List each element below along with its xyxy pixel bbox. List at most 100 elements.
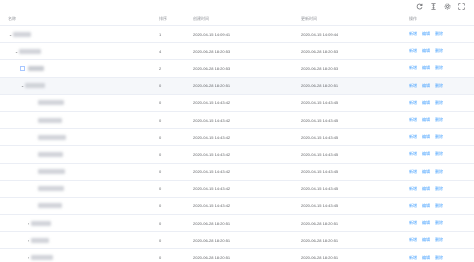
updated-time-cell: 2020-06-28 18:20:51 (301, 255, 339, 261)
edit-button[interactable]: 编辑 (422, 186, 430, 192)
updated-time-cell: 2020-04-15 14:43:45 (301, 134, 339, 140)
delete-button[interactable]: 删除 (435, 31, 443, 37)
edit-button[interactable]: 编辑 (422, 203, 430, 209)
table-row[interactable]: 0 2020-04-15 14:43:42 2020-04-15 14:43:4… (0, 198, 474, 216)
sort-cell: 4 (159, 48, 162, 54)
redacted-name (38, 203, 62, 209)
name-cell (8, 198, 158, 214)
created-time-cell: 2020-04-15 14:09:41 (193, 31, 231, 37)
add-button[interactable]: 新增 (409, 220, 417, 226)
table-row[interactable]: 0 2020-04-15 14:43:42 2020-04-15 14:43:4… (0, 112, 474, 130)
delete-button[interactable]: 删除 (435, 83, 443, 89)
table-header-row: 名称 排序 创建时间 更新时间 操作 (0, 13, 474, 26)
sort-cell: 1 (159, 31, 162, 37)
header-operations: 操作 (409, 16, 417, 21)
delete-button[interactable]: 删除 (435, 220, 443, 226)
delete-button[interactable]: 删除 (435, 48, 443, 54)
edit-button[interactable]: 编辑 (422, 255, 430, 261)
delete-button[interactable]: 删除 (435, 186, 443, 192)
table-row[interactable]: 0 2020-04-15 14:43:42 2020-04-15 14:43:4… (0, 129, 474, 147)
delete-button[interactable]: 删除 (435, 255, 443, 261)
delete-button[interactable]: 删除 (435, 117, 443, 123)
add-button[interactable]: 新增 (409, 169, 417, 175)
name-cell: ⌄ (8, 78, 158, 94)
edit-button[interactable]: 编辑 (422, 220, 430, 226)
edit-button[interactable]: 编辑 (422, 65, 430, 71)
add-button[interactable]: 新增 (409, 83, 417, 89)
edit-button[interactable]: 编辑 (422, 83, 430, 89)
table-row[interactable]: › 0 2020-06-28 18:20:51 2020-06-28 18:20… (0, 249, 474, 262)
operations-cell: 新增 编辑 删除 (409, 146, 474, 162)
add-button[interactable]: 新增 (409, 151, 417, 157)
delete-button[interactable]: 删除 (435, 100, 443, 106)
add-button[interactable]: 新增 (409, 65, 417, 71)
updated-time-cell: 2020-06-28 18:20:51 (301, 83, 339, 89)
edit-button[interactable]: 编辑 (422, 134, 430, 140)
row-checkbox[interactable] (20, 65, 25, 71)
created-time-cell: 2020-04-15 14:43:42 (193, 100, 231, 106)
operations-cell: 新增 编辑 删除 (409, 112, 474, 128)
add-button[interactable]: 新增 (409, 134, 417, 140)
table-row[interactable]: 0 2020-04-15 14:43:42 2020-04-15 14:43:4… (0, 95, 474, 112)
add-button[interactable]: 新增 (409, 31, 417, 37)
edit-button[interactable]: 编辑 (422, 117, 430, 123)
updated-time-cell: 2020-06-28 18:20:51 (301, 237, 339, 243)
delete-button[interactable]: 删除 (435, 203, 443, 209)
created-time-cell: 2020-04-15 14:43:42 (193, 203, 231, 209)
updated-time-cell: 2020-04-15 14:09:44 (301, 31, 339, 37)
delete-button[interactable]: 删除 (435, 151, 443, 157)
table-row[interactable]: 0 2020-04-15 14:43:42 2020-04-15 14:43:4… (0, 164, 474, 181)
table-row[interactable]: › 0 2020-06-28 18:20:51 2020-06-28 18:20… (0, 232, 474, 250)
header-name[interactable]: 名称 (8, 13, 158, 25)
add-button[interactable]: 新增 (409, 48, 417, 54)
add-button[interactable]: 新增 (409, 100, 417, 106)
delete-button[interactable]: 删除 (435, 237, 443, 243)
table-row[interactable]: ⌄ 4 2020-06-28 18:20:53 2020-06-28 18:20… (0, 43, 474, 61)
created-time-cell: 2020-06-28 18:20:51 (193, 255, 231, 261)
created-time-cell: 2020-06-28 18:20:51 (193, 83, 231, 89)
table-row[interactable]: ⌄ 1 2020-04-15 14:09:41 2020-04-15 14:09… (0, 26, 474, 44)
add-button[interactable]: 新增 (409, 203, 417, 209)
add-button[interactable]: 新增 (409, 117, 417, 123)
header-updated-time[interactable]: 更新时间 (301, 13, 401, 25)
redacted-name (38, 100, 64, 106)
sort-cell: 0 (159, 220, 162, 226)
table-row[interactable]: › 0 2020-06-28 18:20:51 2020-06-28 18:20… (0, 215, 474, 233)
table-row[interactable]: 0 2020-04-15 14:43:42 2020-04-15 14:43:4… (0, 146, 474, 164)
settings-icon[interactable] (442, 1, 452, 11)
operations-cell: 新增 编辑 删除 (409, 232, 474, 248)
header-created-time[interactable]: 创建时间 (193, 13, 293, 25)
name-cell (8, 60, 158, 76)
edit-button[interactable]: 编辑 (422, 31, 430, 37)
edit-button[interactable]: 编辑 (422, 169, 430, 175)
redacted-name (31, 220, 51, 226)
edit-button[interactable]: 编辑 (422, 48, 430, 54)
column-height-icon[interactable] (428, 1, 438, 11)
add-button[interactable]: 新增 (409, 237, 417, 243)
edit-button[interactable]: 编辑 (422, 100, 430, 106)
add-button[interactable]: 新增 (409, 186, 417, 192)
sort-cell: 0 (159, 203, 162, 209)
refresh-icon[interactable] (414, 1, 424, 11)
redacted-name (13, 31, 31, 37)
edit-button[interactable]: 编辑 (422, 237, 430, 243)
delete-button[interactable]: 删除 (435, 65, 443, 71)
name-cell: ⌄ (8, 26, 158, 42)
redacted-name (38, 117, 62, 123)
updated-time-cell: 2020-04-15 14:43:45 (301, 151, 339, 157)
add-button[interactable]: 新增 (409, 255, 417, 261)
created-time-cell: 2020-04-15 14:43:42 (193, 134, 231, 140)
delete-button[interactable]: 删除 (435, 169, 443, 175)
operations-cell: 新增 编辑 删除 (409, 78, 474, 94)
table-row[interactable]: ⌄ 0 2020-06-28 18:20:51 2020-06-28 18:20… (0, 77, 474, 95)
operations-cell: 新增 编辑 删除 (409, 26, 474, 42)
edit-button[interactable]: 编辑 (422, 151, 430, 157)
table-row[interactable]: 0 2020-04-15 14:43:42 2020-04-15 14:43:4… (0, 181, 474, 198)
created-time-cell: 2020-06-28 18:20:51 (193, 220, 231, 226)
delete-button[interactable]: 删除 (435, 134, 443, 140)
header-sort[interactable]: 排序 (159, 13, 189, 25)
operations-cell: 新增 编辑 删除 (409, 129, 474, 145)
table-row[interactable]: 2 2020-06-28 18:20:53 2020-06-28 18:20:5… (0, 60, 474, 78)
operations-cell: 新增 编辑 删除 (409, 181, 474, 197)
fullscreen-icon[interactable] (456, 1, 466, 11)
